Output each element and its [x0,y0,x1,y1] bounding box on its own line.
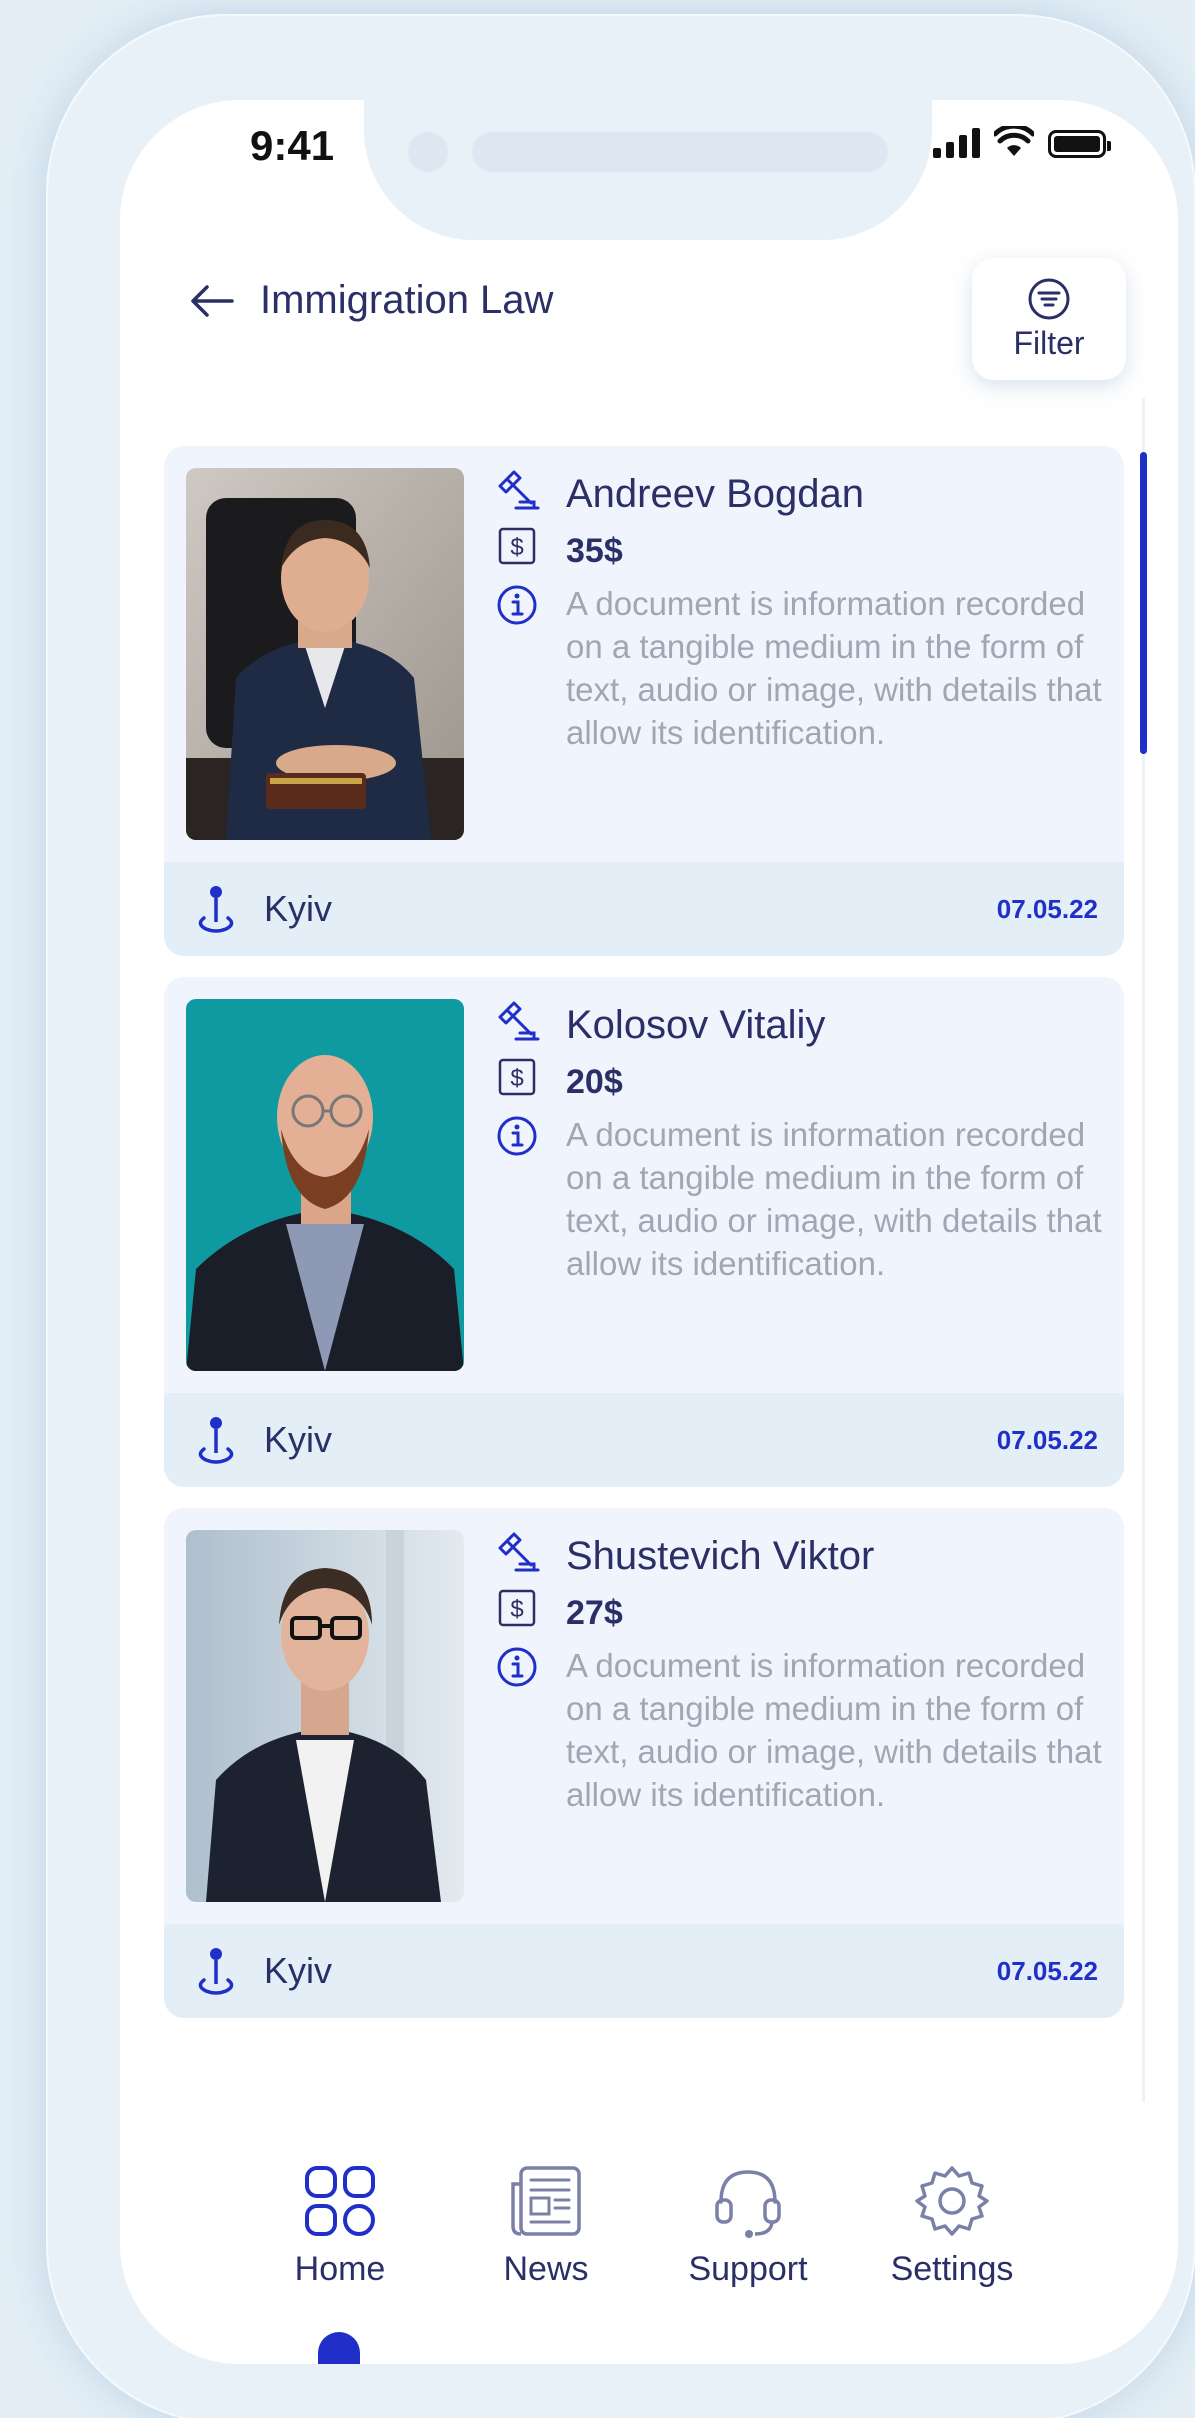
headset-icon [715,2170,781,2238]
nav-news[interactable]: News [466,2164,626,2289]
lawyer-city: Kyiv [264,1950,333,1991]
card-footer: Kyiv 07.05.22 [164,862,1124,956]
dollar-icon: $ [498,1589,536,1627]
info-icon [497,585,537,625]
info-icon [497,1647,537,1687]
svg-text:$: $ [510,1596,523,1623]
card-date: 07.05.22 [996,1424,1098,1455]
scrollbar-thumb[interactable] [1140,452,1147,754]
card-footer: Kyiv 07.05.22 [164,1924,1124,2018]
lawyer-description: A document is information recorded on a … [566,1116,1102,1282]
filter-button[interactable]: Filter [972,258,1126,380]
location-pin-icon [198,1417,234,1464]
page-title: Immigration Law [260,278,554,322]
card-date: 07.05.22 [996,1955,1098,1986]
app-screen: 9:41 Immigration Law Filter Andreev Bogd… [120,100,1178,2364]
lawyer-photo [186,468,464,840]
lawyer-city: Kyiv [264,1419,333,1460]
status-time: 9:41 [250,122,335,169]
location-pin-icon [198,1948,234,1995]
nav-settings[interactable]: Settings [872,2164,1032,2289]
svg-text:$: $ [510,1065,523,1092]
back-arrow-icon[interactable] [190,284,234,318]
lawyer-name[interactable]: Kolosov Vitaliy [566,999,825,1051]
gear-icon [915,2166,989,2236]
home-grid-icon [305,2166,375,2236]
nav-home[interactable]: Home [260,2164,420,2289]
location-pin-icon [198,886,234,933]
speaker-grille [472,132,888,172]
card-date: 07.05.22 [996,893,1098,924]
filter-icon [1028,278,1070,319]
wifi-icon [994,126,1034,156]
nav-label: News [503,2250,589,2288]
bottom-nav: Home News Support Settings [120,2164,1178,2364]
lawyer-city: Kyiv [264,888,333,929]
gavel-icon [498,470,540,510]
lawyer-info: Andreev Bogdan $ 35$ A document is infor… [494,468,1104,754]
svg-text:$: $ [510,534,523,561]
dollar-icon: $ [498,1058,536,1096]
gavel-icon [498,1001,540,1041]
lawyer-card[interactable]: Andreev Bogdan $ 35$ A document is infor… [164,446,1124,956]
lawyer-name[interactable]: Shustevich Viktor [566,1530,874,1582]
nav-label: Support [688,2250,808,2288]
lawyer-description: A document is information recorded on a … [566,1647,1102,1813]
filter-label: Filter [1013,324,1085,361]
lawyer-photo [186,999,464,1371]
gavel-icon [498,1532,540,1572]
lawyer-description: A document is information recorded on a … [566,585,1102,751]
nav-label: Settings [890,2250,1014,2288]
lawyer-name[interactable]: Andreev Bogdan [566,468,864,520]
lawyer-price: 27$ [566,1594,623,1632]
page-header: Immigration Law [190,278,553,323]
lawyer-info: Kolosov Vitaliy $ 20$ A document is info… [494,999,1104,1285]
dollar-icon: $ [498,527,536,565]
lawyer-price: 20$ [566,1063,623,1101]
status-icons [933,126,1111,158]
phone-notch [364,100,932,240]
news-icon [511,2166,581,2236]
info-icon [497,1116,537,1156]
lawyer-price: 35$ [566,532,623,570]
nav-label: Home [294,2250,386,2288]
lawyer-card[interactable]: Kolosov Vitaliy $ 20$ A document is info… [164,977,1124,1487]
lawyer-card[interactable]: Shustevich Viktor $ 27$ A document is in… [164,1508,1124,2018]
card-footer: Kyiv 07.05.22 [164,1393,1124,1487]
camera-icon [408,132,448,172]
battery-icon [1048,130,1111,158]
nav-support[interactable]: Support [668,2164,828,2289]
signal-icon [933,126,980,158]
lawyer-info: Shustevich Viktor $ 27$ A document is in… [494,1530,1104,1816]
lawyer-photo [186,1530,464,1902]
